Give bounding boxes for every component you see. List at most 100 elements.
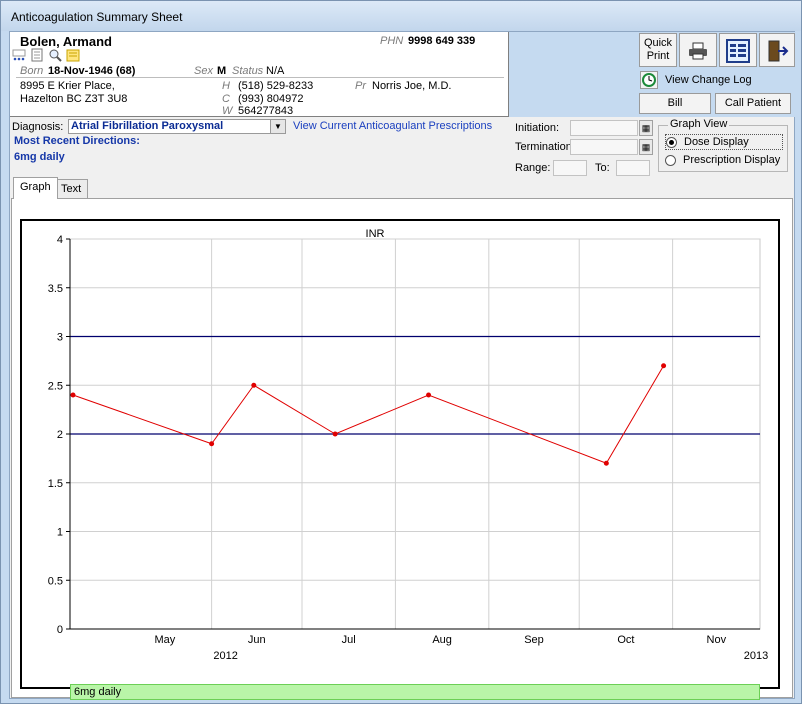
call-patient-button[interactable]: Call Patient [715, 93, 791, 114]
quick-print-label-1: Quick [643, 37, 673, 49]
x-tick-label: Jul [342, 634, 356, 646]
exit-button[interactable] [759, 33, 795, 67]
diagnosis-select[interactable]: Atrial Fibrillation Paroxysmal ▼ [68, 119, 286, 134]
most-recent-directions-label: Most Recent Directions: [14, 135, 140, 147]
calendar-icon[interactable]: ▦ [639, 139, 653, 155]
sex-label: Sex [194, 65, 213, 77]
y-tick-label: 2 [57, 429, 63, 441]
inr-point [70, 392, 76, 398]
inr-point [603, 460, 609, 466]
sex-value: M [217, 65, 227, 77]
home-phone-label: H [222, 80, 230, 92]
termination-label: Termination [515, 141, 572, 153]
document-icon[interactable] [30, 48, 44, 62]
y-axis-ticks: 0 0.5 1 1.5 2 2.5 3 3.5 4 [48, 234, 63, 636]
y-tick-label: 1 [57, 527, 63, 539]
x-tick-label: May [155, 634, 176, 646]
app-window: Anticoagulation Summary Sheet Bolen, Arm… [0, 0, 802, 704]
home-phone: (518) 529-8233 [238, 80, 314, 92]
x-tick-label: Aug [432, 634, 452, 646]
chart-title: INR [366, 228, 385, 240]
status-value: N/A [266, 65, 285, 77]
dose-display-option[interactable]: Dose Display [665, 134, 783, 150]
patient-divider [16, 77, 504, 78]
quick-print-label-2: Print [646, 50, 670, 62]
born-value: 18-Nov-1946 (68) [48, 65, 136, 77]
initiation-label: Initiation: [515, 122, 560, 134]
provider-label: Pr [355, 80, 366, 92]
action-panel: Quick Print View Change Log Bill Call Pa… [509, 32, 796, 117]
view-prescriptions-link[interactable]: View Current Anticoagulant Prescriptions [293, 120, 492, 132]
range-to-field[interactable] [616, 160, 650, 176]
view-change-log-row[interactable]: View Change Log [640, 71, 790, 89]
address-line2: Hazelton BC Z3T 3U8 [20, 93, 128, 105]
y-tick-label: 1.5 [48, 478, 63, 490]
patient-panel: Bolen, Armand PHN 9998 649 339 Born 18-N… [10, 32, 509, 117]
clock-icon [640, 71, 658, 89]
prescription-display-radio[interactable] [665, 155, 676, 166]
y-tick-label: 3 [57, 332, 63, 344]
year-label: 2012 [213, 650, 237, 662]
dose-bar-label: 6mg daily [74, 686, 122, 698]
notes-icon[interactable] [66, 48, 80, 62]
y-tick-label: 0.5 [48, 575, 63, 587]
dose-display-label: Dose Display [684, 136, 749, 148]
patient-tool-icons [12, 48, 81, 64]
range-from-field[interactable] [553, 160, 587, 176]
more-icon[interactable] [12, 48, 26, 62]
prescription-display-option[interactable]: Prescription Display [665, 153, 787, 169]
exit-door-icon [768, 40, 789, 62]
cell-phone: (993) 804972 [238, 93, 304, 105]
y-tick-label: 3.5 [48, 283, 63, 295]
inr-chart: INR 0 0.5 1 1.5 2 2.5 3 3.5 4 May Jun Jul Aug Sep Oct… [48, 228, 769, 662]
inr-point [426, 392, 432, 398]
bill-button[interactable]: Bill [639, 93, 711, 114]
summary-sheet-button[interactable] [719, 33, 757, 67]
diagnosis-label: Diagnosis: [12, 121, 64, 133]
provider-value: Norris Joe, M.D. [372, 80, 452, 92]
phn-value: 9998 649 339 [408, 35, 476, 47]
dose-display-radio[interactable] [666, 137, 677, 148]
main-panel: Bolen, Armand PHN 9998 649 339 Born 18-N… [9, 31, 796, 700]
work-phone-label: W [222, 105, 233, 117]
chevron-down-icon[interactable]: ▼ [270, 120, 285, 133]
printer-icon [689, 42, 707, 60]
inr-point [251, 382, 257, 388]
view-change-log-label: View Change Log [665, 74, 752, 86]
calendar-icon[interactable]: ▦ [639, 120, 653, 136]
graph-tab-panel: INR 0 0.5 1 1.5 2 2.5 3 3.5 4 May Jun Jul Aug Sep Oct… [11, 198, 793, 700]
x-tick-label: Sep [524, 634, 544, 646]
range-to-label: To: [595, 162, 610, 174]
cell-phone-label: C [222, 93, 230, 105]
y-tick-label: 0 [57, 624, 63, 636]
window-title: Anticoagulation Summary Sheet [1, 1, 801, 31]
born-label: Born [20, 65, 44, 77]
termination-field[interactable] [570, 139, 638, 155]
tab-graph[interactable]: Graph [13, 177, 58, 199]
inr-series [70, 363, 667, 466]
dose-bar: 6mg daily [70, 684, 760, 700]
diagnosis-value: Atrial Fibrillation Paroxysmal [71, 120, 224, 132]
year-label: 2013 [744, 650, 768, 662]
most-recent-directions-value: 6mg daily [14, 151, 65, 163]
range-label: Range: [515, 162, 551, 174]
inr-point [661, 363, 667, 369]
y-tick-label: 2.5 [48, 380, 63, 392]
address-line1: 8995 E Krier Place, [20, 80, 115, 92]
inr-point [209, 441, 215, 447]
patient-name: Bolen, Armand [20, 34, 112, 49]
status-label: Status [232, 65, 264, 77]
phn-label: PHN [380, 35, 404, 47]
search-icon[interactable] [48, 48, 62, 62]
summary-sheet-icon [726, 39, 750, 63]
quick-print-button[interactable]: Quick Print [639, 33, 677, 67]
work-phone: 564277843 [238, 105, 294, 117]
graph-view-group: Graph View Dose Display Prescription Dis… [658, 118, 788, 172]
x-tick-label: Oct [617, 634, 634, 646]
prescription-display-label: Prescription Display [683, 154, 781, 166]
tab-text[interactable]: Text [54, 179, 89, 199]
initiation-field[interactable] [570, 120, 638, 136]
print-button[interactable] [679, 33, 717, 67]
y-tick-label: 4 [57, 234, 63, 246]
x-axis-ticks: May Jun Jul Aug Sep Oct Nov 2012 2013 [155, 634, 769, 662]
